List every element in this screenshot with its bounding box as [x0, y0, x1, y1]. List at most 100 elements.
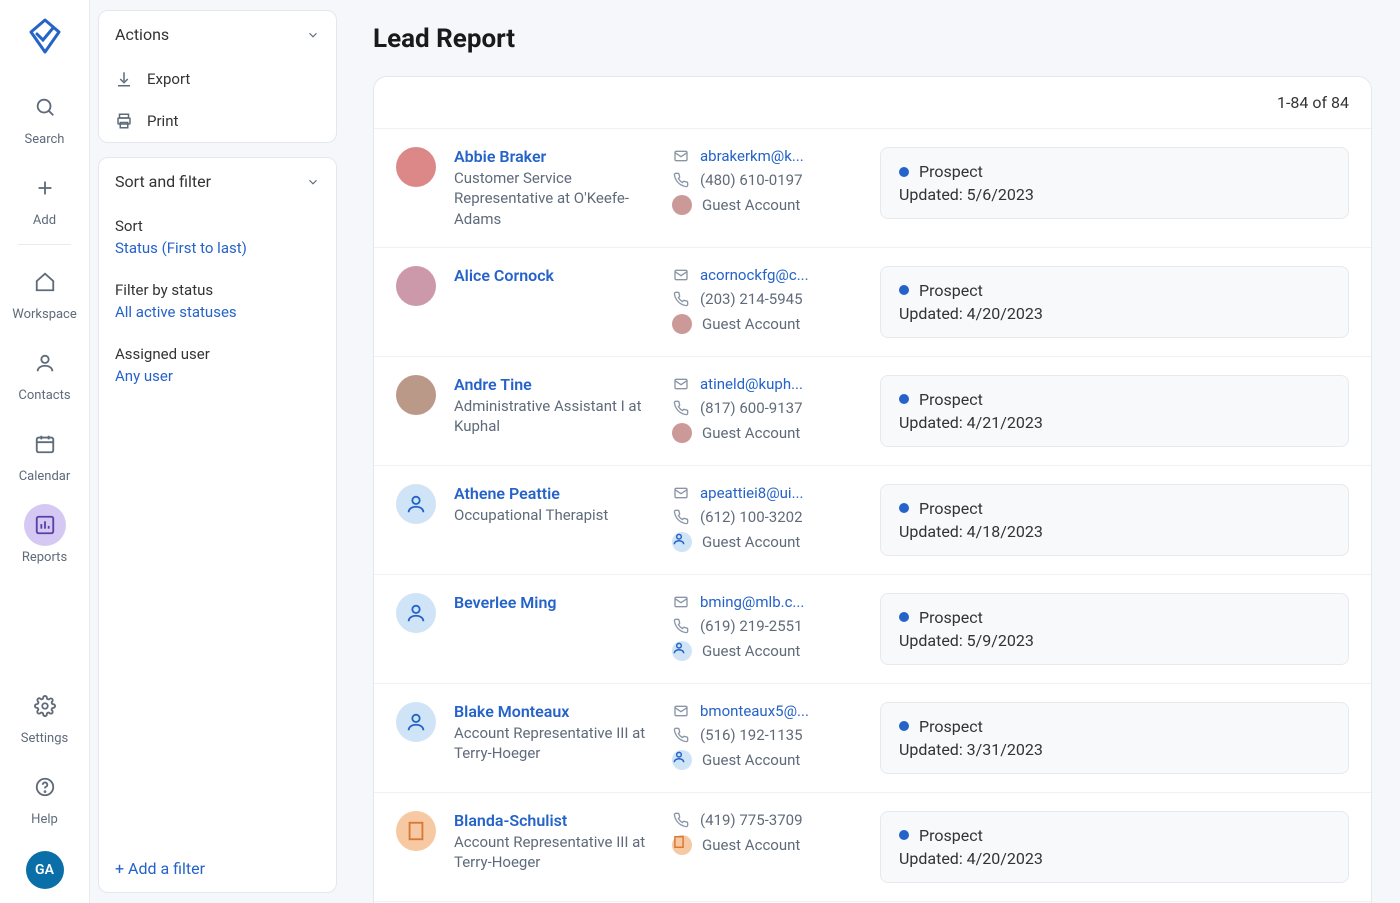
status-box: Prospect Updated: 4/20/2023	[880, 266, 1349, 338]
lead-assigned: Guest Account	[672, 423, 862, 443]
status-box: Prospect Updated: 4/20/2023	[880, 811, 1349, 883]
updated-line: Updated: 4/18/2023	[899, 522, 1330, 541]
assigned-avatar	[672, 314, 692, 334]
status-label: Prospect	[919, 608, 983, 627]
add-filter-button[interactable]: + Add a filter	[99, 845, 336, 892]
print-action[interactable]: Print	[99, 100, 336, 142]
actions-panel: Actions Export Print	[98, 10, 337, 143]
status-label: Prospect	[919, 826, 983, 845]
lead-avatar	[396, 147, 436, 187]
plus-icon	[24, 167, 66, 209]
assigned-filter-label: Assigned user	[115, 345, 320, 363]
lead-info: Blanda-Schulist Account Representative I…	[454, 811, 654, 873]
lead-email[interactable]: apeattiei8@ui...	[672, 484, 862, 502]
nav-contacts[interactable]: Contacts	[0, 332, 89, 413]
phone-icon	[672, 726, 690, 744]
lead-avatar	[396, 375, 436, 415]
lead-assigned: Guest Account	[672, 750, 862, 770]
sortfilter-panel: Sort and filter Sort Status (First to la…	[98, 157, 337, 893]
lead-assigned: Guest Account	[672, 641, 862, 661]
lead-row[interactable]: Abbie Braker Customer Service Representa…	[374, 128, 1371, 247]
sort-label: Sort	[115, 217, 320, 235]
help-icon	[24, 766, 66, 808]
lead-email[interactable]: acornockfg@c...	[672, 266, 862, 284]
lead-title: Account Representative III at Terry-Hoeg…	[454, 832, 654, 873]
nav-workspace[interactable]: Workspace	[0, 251, 89, 332]
lead-email[interactable]: bming@mlb.c...	[672, 593, 862, 611]
mail-icon	[672, 266, 690, 284]
lead-contact: (419) 775-3709 Guest Account	[672, 811, 862, 855]
lead-row[interactable]: Beverlee Ming bming@mlb.c... (619) 219-2…	[374, 574, 1371, 683]
nav-calendar[interactable]: Calendar	[0, 413, 89, 494]
gear-icon	[24, 685, 66, 727]
lead-row[interactable]: Blake Monteaux Account Representative II…	[374, 683, 1371, 792]
status-dot	[899, 721, 909, 731]
phone-icon	[672, 617, 690, 635]
lead-name[interactable]: Athene Peattie	[454, 484, 654, 503]
phone-icon	[672, 811, 690, 829]
lead-info: Athene Peattie Occupational Therapist	[454, 484, 654, 525]
chevron-down-icon	[306, 175, 320, 189]
lead-name[interactable]: Blake Monteaux	[454, 702, 654, 721]
lead-assigned: Guest Account	[672, 314, 862, 334]
assigned-avatar	[672, 641, 692, 661]
status-label: Prospect	[919, 281, 983, 300]
assigned-avatar	[672, 750, 692, 770]
updated-line: Updated: 4/21/2023	[899, 413, 1330, 432]
status-box: Prospect Updated: 5/9/2023	[880, 593, 1349, 665]
export-label: Export	[147, 70, 190, 88]
lead-title: Customer Service Representative at O'Kee…	[454, 168, 654, 229]
sidebar: Actions Export Print Sort and filter Sor…	[90, 0, 345, 903]
nav-label: Add	[33, 213, 56, 228]
lead-info: Andre Tine Administrative Assistant I at…	[454, 375, 654, 437]
assigned-avatar	[672, 195, 692, 215]
nav-reports[interactable]: Reports	[0, 494, 89, 575]
actions-header[interactable]: Actions	[99, 11, 336, 58]
lead-email[interactable]: atineld@kuph...	[672, 375, 862, 393]
nav-label: Search	[25, 132, 65, 147]
print-label: Print	[147, 112, 178, 130]
lead-info: Alice Cornock	[454, 266, 654, 287]
lead-avatar	[396, 811, 436, 851]
export-action[interactable]: Export	[99, 58, 336, 100]
lead-phone: (419) 775-3709	[672, 811, 862, 829]
nav-search[interactable]: Search	[0, 76, 89, 157]
assigned-avatar	[672, 532, 692, 552]
lead-row[interactable]: Alice Cornock acornockfg@c... (203) 214-…	[374, 247, 1371, 356]
lead-name[interactable]: Alice Cornock	[454, 266, 654, 285]
lead-name[interactable]: Andre Tine	[454, 375, 654, 394]
status-label: Prospect	[919, 162, 983, 181]
user-avatar[interactable]: GA	[26, 851, 64, 889]
lead-email[interactable]: abrakerkm@k...	[672, 147, 862, 165]
lead-row[interactable]: Athene Peattie Occupational Therapist ap…	[374, 465, 1371, 574]
sort-value[interactable]: Status (First to last)	[115, 239, 320, 257]
mail-icon	[672, 593, 690, 611]
chevron-down-icon	[306, 28, 320, 42]
lead-email[interactable]: bmonteaux5@...	[672, 702, 862, 720]
status-box: Prospect Updated: 4/18/2023	[880, 484, 1349, 556]
lead-assigned: Guest Account	[672, 532, 862, 552]
lead-phone: (516) 192-1135	[672, 726, 862, 744]
nav-settings[interactable]: Settings	[0, 675, 89, 756]
status-label: Prospect	[919, 717, 983, 736]
lead-name[interactable]: Abbie Braker	[454, 147, 654, 166]
assigned-filter-value[interactable]: Any user	[115, 367, 320, 385]
lead-name[interactable]: Blanda-Schulist	[454, 811, 654, 830]
lead-row[interactable]: Andre Tine Administrative Assistant I at…	[374, 356, 1371, 465]
status-filter-value[interactable]: All active statuses	[115, 303, 320, 321]
nav-help[interactable]: Help	[0, 756, 89, 837]
lead-info: Beverlee Ming	[454, 593, 654, 614]
lead-avatar	[396, 702, 436, 742]
nav-add[interactable]: Add	[0, 157, 89, 238]
sortfilter-header[interactable]: Sort and filter	[99, 158, 336, 205]
nav-label: Settings	[21, 731, 68, 746]
lead-row[interactable]: Blanda-Schulist Account Representative I…	[374, 792, 1371, 901]
updated-line: Updated: 3/31/2023	[899, 740, 1330, 759]
status-filter-label: Filter by status	[115, 281, 320, 299]
calendar-icon	[24, 423, 66, 465]
lead-name[interactable]: Beverlee Ming	[454, 593, 654, 612]
mail-icon	[672, 484, 690, 502]
lead-title: Account Representative III at Terry-Hoeg…	[454, 723, 654, 764]
lead-phone: (619) 219-2551	[672, 617, 862, 635]
phone-icon	[672, 508, 690, 526]
